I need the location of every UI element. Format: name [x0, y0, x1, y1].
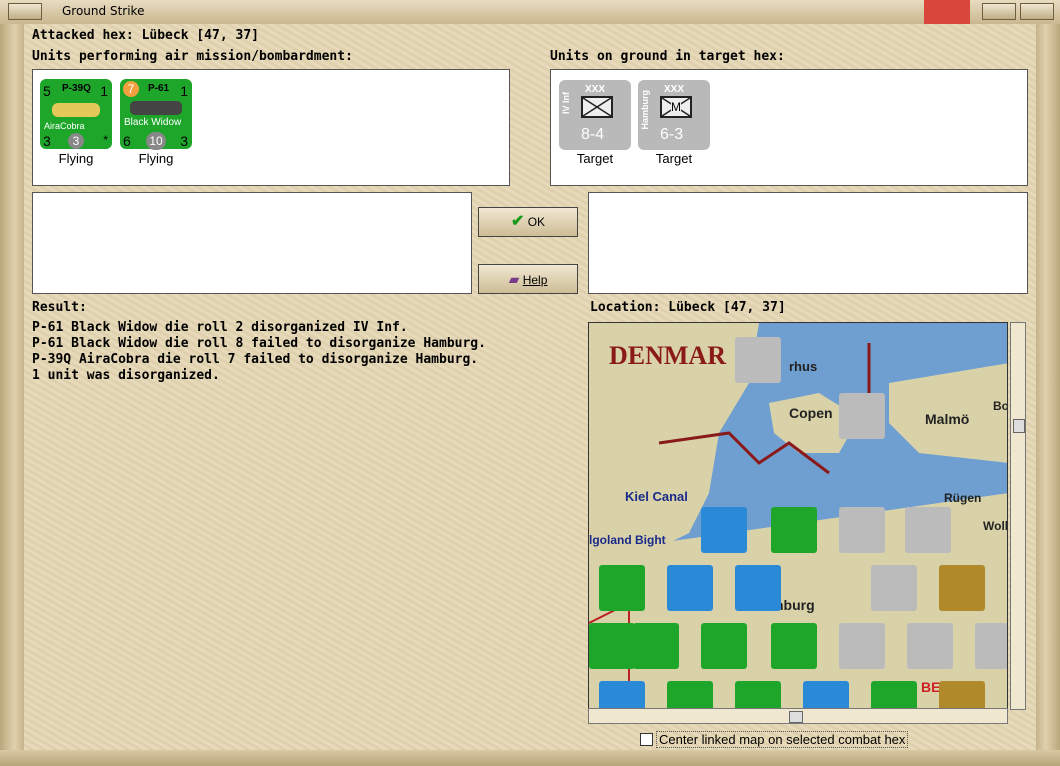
map-label-rugen: Rügen	[944, 491, 982, 505]
ok-button[interactable]: ✔ OK	[478, 207, 578, 237]
map-vertical-scrollbar[interactable]	[1010, 322, 1026, 710]
map-unit[interactable]	[871, 565, 917, 611]
attacked-hex-label: Attacked hex: Lübeck [47, 37]	[32, 28, 259, 43]
map-unit[interactable]	[735, 565, 781, 611]
left-border	[0, 24, 24, 766]
center-map-checkbox-label[interactable]: Center linked map on selected combat hex	[656, 731, 909, 748]
air-unit-p39q[interactable]: 5 P-39Q 1 AiraCobra 3 3 *	[40, 79, 112, 149]
map-label-denmark: DENMAR	[609, 341, 726, 370]
air-units-panel: 5 P-39Q 1 AiraCobra 3 3 * Flying 7 P-61 …	[32, 69, 510, 186]
militia-symbol-icon: M	[660, 96, 692, 118]
air-units-label: Units performing air mission/bombardment…	[32, 49, 353, 64]
map-unit[interactable]	[701, 507, 747, 553]
map-unit[interactable]	[589, 623, 635, 669]
map-label-arhus: rhus	[789, 359, 818, 374]
map-label-kiel-canal: Kiel Canal	[625, 489, 688, 504]
scroll-thumb[interactable]	[789, 711, 803, 723]
map-label-heligoland: lgoland Bight	[589, 533, 666, 547]
map-unit[interactable]	[905, 507, 951, 553]
air-unit-details-panel	[32, 192, 472, 294]
result-text: P-61 Black Widow die roll 2 disorganized…	[32, 320, 486, 384]
map-label-woll: Woll	[983, 519, 1008, 533]
air-unit-status: Flying	[58, 151, 94, 166]
checkmark-icon: ✔	[510, 213, 525, 230]
map-unit[interactable]	[871, 681, 917, 709]
system-menu-button[interactable]	[8, 3, 42, 20]
linked-map[interactable]: DENMAR rhus Copen Malmö Bo Kiel Canal Rü…	[588, 322, 1008, 710]
ground-unit-status: Target	[576, 151, 614, 166]
help-book-icon: ▰	[508, 271, 520, 287]
map-label-copenhagen: Copen	[789, 405, 833, 421]
window-title: Ground Strike	[62, 4, 145, 18]
map-unit[interactable]	[907, 623, 953, 669]
maximize-button[interactable]	[1020, 3, 1054, 20]
map-unit[interactable]	[803, 681, 849, 709]
map-unit[interactable]	[939, 681, 985, 709]
air-unit-status: Flying	[138, 151, 174, 166]
map-unit[interactable]	[599, 565, 645, 611]
help-button[interactable]: ▰ Help	[478, 264, 578, 294]
center-map-checkbox[interactable]	[640, 733, 653, 746]
aircraft-icon	[52, 103, 100, 117]
ground-units-panel: IV Inf XXX 8-4 Target Hamburg XXX M 6-3 …	[550, 69, 1028, 186]
result-line: 1 unit was disorganized.	[32, 368, 220, 383]
map-label-malmo: Malmö	[925, 411, 970, 427]
map-unit[interactable]	[975, 623, 1007, 669]
bottom-border	[0, 750, 1060, 766]
right-border	[1036, 24, 1060, 766]
title-bar: Ground Strike	[0, 0, 1060, 25]
result-label: Result:	[32, 300, 87, 315]
map-horizontal-scrollbar[interactable]	[588, 708, 1008, 724]
map-unit[interactable]	[667, 681, 713, 709]
map-unit[interactable]	[839, 393, 885, 439]
map-unit[interactable]	[735, 337, 781, 383]
map-label-bo: Bo	[993, 399, 1008, 413]
result-line: P-61 Black Widow die roll 8 failed to di…	[32, 336, 486, 351]
ground-unit-status: Target	[655, 151, 693, 166]
map-unit[interactable]	[839, 623, 885, 669]
ground-unit-hamburg[interactable]: Hamburg XXX M 6-3	[638, 80, 710, 150]
map-unit[interactable]	[939, 565, 985, 611]
aircraft-icon	[130, 101, 182, 115]
result-line: P-39Q AiraCobra die roll 7 failed to dis…	[32, 352, 479, 367]
location-label: Location: Lübeck [47, 37]	[590, 300, 786, 315]
map-unit[interactable]	[633, 623, 679, 669]
infantry-symbol-icon	[581, 96, 613, 118]
close-indicator[interactable]	[924, 0, 970, 24]
air-unit-p61[interactable]: 7 P-61 1 Black Widow 6 10 3	[120, 79, 192, 150]
result-line: P-61 Black Widow die roll 2 disorganized…	[32, 320, 408, 335]
map-unit[interactable]	[701, 623, 747, 669]
map-unit[interactable]	[771, 507, 817, 553]
ground-unit-iv-inf[interactable]: IV Inf XXX 8-4	[559, 80, 631, 150]
map-unit[interactable]	[771, 623, 817, 669]
map-unit[interactable]	[667, 565, 713, 611]
ground-unit-details-panel	[588, 192, 1028, 294]
map-unit[interactable]	[839, 507, 885, 553]
ground-units-label: Units on ground in target hex:	[550, 49, 785, 64]
map-unit[interactable]	[599, 681, 645, 709]
scroll-thumb[interactable]	[1013, 419, 1025, 433]
map-label-be: BE	[921, 679, 941, 695]
map-unit[interactable]	[735, 681, 781, 709]
minimize-button[interactable]	[982, 3, 1016, 20]
